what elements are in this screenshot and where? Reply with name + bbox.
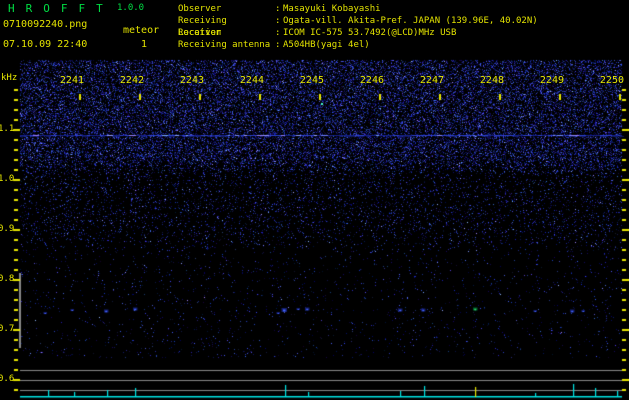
freq-tick-label: 1.1 — [0, 124, 15, 134]
time-tick-label: 2241 — [59, 75, 84, 86]
freq-tick-label: 1.0 — [0, 174, 15, 184]
time-tick-label: 2242 — [119, 75, 144, 86]
mode-label: meteor — [123, 25, 160, 36]
colon: : — [275, 40, 281, 50]
datetime-label: 07.10.09 22:40 — [3, 39, 88, 50]
info-label: Receiving Location — [178, 16, 227, 38]
output-filename: 0710092240.png — [3, 19, 88, 30]
time-tick-label: 2247 — [419, 75, 444, 86]
meteor-count: 1 — [141, 39, 148, 50]
info-label: Receiving antenna — [178, 40, 271, 50]
info-value: A504HB(yagi 4el) — [283, 40, 370, 50]
time-tick-label: 2249 — [539, 75, 564, 86]
freq-tick-label: 0.7 — [0, 324, 15, 334]
hrofft-window: HROFFT 1.0.0 0710092240.png meteor 07.10… — [0, 0, 629, 400]
time-tick-label: 2246 — [359, 75, 384, 86]
info-value: Ogata-vill. Akita-Pref. JAPAN (139.96E, … — [283, 16, 538, 26]
station-info: Observer: Masayuki Kobayashi Receiving Lo… — [178, 3, 538, 51]
info-value: Masayuki Kobayashi — [283, 4, 381, 14]
info-label: Receiver — [178, 28, 222, 38]
colon: : — [275, 28, 281, 38]
app-version: 1.0.0 — [117, 3, 145, 13]
time-tick-label: 2243 — [179, 75, 204, 86]
app-title: HROFFT — [8, 2, 114, 15]
info-row-location: Receiving Location: Ogata-vill. Akita-Pre… — [178, 15, 538, 38]
freq-tick-label: 0.8 — [0, 274, 15, 284]
info-row-antenna: Receiving antenna: A504HB(yagi 4el) — [178, 39, 538, 51]
time-tick-label: 2245 — [299, 75, 324, 86]
info-row-receiver: Receiver: ICOM IC-575 53.7492(@LCD)MHz US… — [178, 27, 538, 39]
freq-axis-unit: kHz — [1, 73, 18, 83]
colon: : — [275, 16, 281, 26]
time-tick-label: 2244 — [239, 75, 264, 86]
colon: : — [275, 4, 281, 14]
info-value: ICOM IC-575 53.7492(@LCD)MHz USB — [283, 28, 457, 38]
time-tick-label: 2250 — [599, 75, 624, 86]
info-label: Observer — [178, 4, 222, 14]
freq-tick-label: 0.6 — [0, 374, 15, 384]
time-tick-label: 2248 — [479, 75, 504, 86]
info-row-observer: Observer: Masayuki Kobayashi — [178, 3, 538, 15]
freq-tick-label: 0.9 — [0, 224, 15, 234]
spectrogram-canvas — [0, 0, 629, 400]
